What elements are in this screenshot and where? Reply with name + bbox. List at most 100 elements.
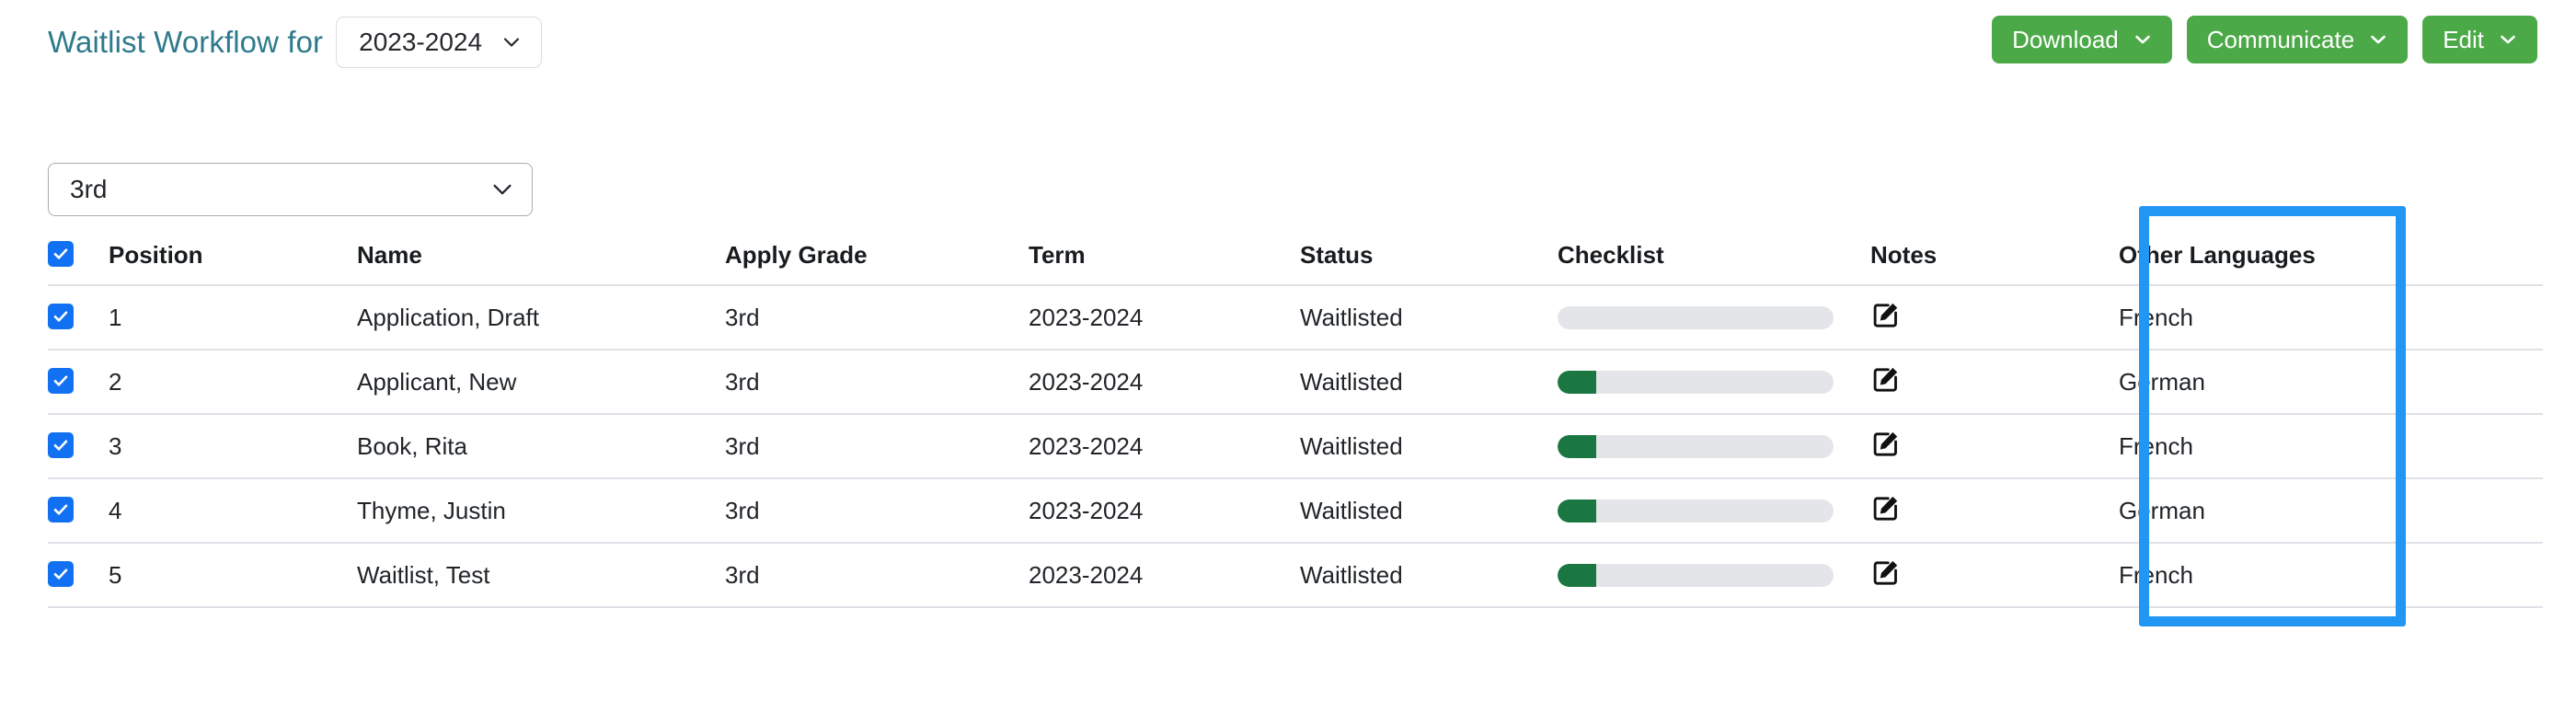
cell-checklist xyxy=(1558,478,1870,543)
edit-note-icon[interactable] xyxy=(1870,492,1902,523)
cell-apply-grade: 3rd xyxy=(725,414,1029,478)
cell-apply-grade: 3rd xyxy=(725,350,1029,414)
cell-name[interactable]: Thyme, Justin xyxy=(357,478,725,543)
waitlist-table: Position Name Apply Grade Term Status Ch… xyxy=(48,225,2543,608)
table-row[interactable]: 5 Waitlist, Test 3rd 2023-2024 Waitliste… xyxy=(48,543,2543,607)
cell-status: Waitlisted xyxy=(1300,543,1558,607)
cell-term: 2023-2024 xyxy=(1029,285,1300,350)
cell-notes xyxy=(1870,350,2119,414)
cell-position: 2 xyxy=(109,350,357,414)
table-row[interactable]: 4 Thyme, Justin 3rd 2023-2024 Waitlisted xyxy=(48,478,2543,543)
table-row[interactable]: 1 Application, Draft 3rd 2023-2024 Waitl… xyxy=(48,285,2543,350)
chevron-down-icon xyxy=(502,33,521,52)
column-header-name[interactable]: Name xyxy=(357,225,725,285)
title-group: Waitlist Workflow for 2023-2024 xyxy=(48,17,542,68)
row-checkbox[interactable] xyxy=(48,368,74,394)
column-header-spacer xyxy=(2386,225,2543,285)
cell-name[interactable]: Book, Rita xyxy=(357,414,725,478)
cell-checklist xyxy=(1558,285,1870,350)
school-year-value: 2023-2024 xyxy=(359,28,482,57)
column-header-apply-grade[interactable]: Apply Grade xyxy=(725,225,1029,285)
cell-apply-grade: 3rd xyxy=(725,543,1029,607)
cell-notes xyxy=(1870,478,2119,543)
download-button[interactable]: Download xyxy=(1992,16,2172,63)
table-row[interactable]: 3 Book, Rita 3rd 2023-2024 Waitlisted xyxy=(48,414,2543,478)
column-header-term[interactable]: Term xyxy=(1029,225,1300,285)
cell-status: Waitlisted xyxy=(1300,350,1558,414)
school-year-select[interactable]: 2023-2024 xyxy=(336,17,542,68)
column-header-other-languages[interactable]: Other Languages xyxy=(2119,225,2386,285)
table-row[interactable]: 2 Applicant, New 3rd 2023-2024 Waitliste… xyxy=(48,350,2543,414)
edit-note-icon[interactable] xyxy=(1870,557,1902,588)
cell-term: 2023-2024 xyxy=(1029,543,1300,607)
cell-other-languages: German xyxy=(2119,350,2386,414)
cell-spacer xyxy=(2386,543,2543,607)
table-body: 1 Application, Draft 3rd 2023-2024 Waitl… xyxy=(48,285,2543,607)
cell-name[interactable]: Applicant, New xyxy=(357,350,725,414)
column-header-status[interactable]: Status xyxy=(1300,225,1558,285)
checklist-progress-bar xyxy=(1558,371,1834,394)
edit-button[interactable]: Edit xyxy=(2422,16,2537,63)
row-select-cell xyxy=(48,350,109,414)
page-title: Waitlist Workflow for xyxy=(48,25,323,60)
cell-name[interactable]: Application, Draft xyxy=(357,285,725,350)
chevron-down-icon xyxy=(2369,30,2387,49)
cell-checklist xyxy=(1558,350,1870,414)
cell-spacer xyxy=(2386,478,2543,543)
checklist-progress-bar xyxy=(1558,500,1834,523)
edit-note-icon[interactable] xyxy=(1870,299,1902,330)
cell-status: Waitlisted xyxy=(1300,478,1558,543)
download-button-label: Download xyxy=(2012,28,2119,52)
header-actions: Download Communicate Edit xyxy=(1992,16,2537,63)
grade-filter-select[interactable]: 3rd xyxy=(48,163,533,216)
chevron-down-icon xyxy=(2499,30,2517,49)
edit-note-icon[interactable] xyxy=(1870,428,1902,459)
cell-status: Waitlisted xyxy=(1300,285,1558,350)
cell-checklist xyxy=(1558,543,1870,607)
row-select-cell xyxy=(48,478,109,543)
checklist-progress-fill xyxy=(1558,371,1596,394)
edit-note-icon[interactable] xyxy=(1870,363,1902,395)
grade-filter-value: 3rd xyxy=(70,175,107,204)
row-select-cell xyxy=(48,543,109,607)
cell-other-languages: French xyxy=(2119,414,2386,478)
checklist-progress-fill xyxy=(1558,435,1596,458)
page-header: Waitlist Workflow for 2023-2024 Download… xyxy=(0,0,2576,92)
row-checkbox[interactable] xyxy=(48,432,74,458)
cell-position: 5 xyxy=(109,543,357,607)
cell-other-languages: German xyxy=(2119,478,2386,543)
cell-term: 2023-2024 xyxy=(1029,350,1300,414)
checklist-progress-bar xyxy=(1558,435,1834,458)
waitlist-table-wrapper: Position Name Apply Grade Term Status Ch… xyxy=(48,225,2543,608)
cell-notes xyxy=(1870,414,2119,478)
communicate-button-label: Communicate xyxy=(2207,28,2354,52)
column-header-notes[interactable]: Notes xyxy=(1870,225,2119,285)
column-header-checklist[interactable]: Checklist xyxy=(1558,225,1870,285)
cell-notes xyxy=(1870,285,2119,350)
cell-spacer xyxy=(2386,350,2543,414)
row-checkbox[interactable] xyxy=(48,497,74,523)
checklist-progress-bar xyxy=(1558,564,1834,587)
communicate-button[interactable]: Communicate xyxy=(2187,16,2408,63)
cell-name[interactable]: Waitlist, Test xyxy=(357,543,725,607)
chevron-down-icon xyxy=(2133,30,2152,49)
cell-other-languages: French xyxy=(2119,285,2386,350)
cell-status: Waitlisted xyxy=(1300,414,1558,478)
checklist-progress-fill xyxy=(1558,500,1596,523)
cell-checklist xyxy=(1558,414,1870,478)
table-header-row: Position Name Apply Grade Term Status Ch… xyxy=(48,225,2543,285)
select-all-header xyxy=(48,225,109,285)
row-checkbox[interactable] xyxy=(48,304,74,329)
chevron-down-icon xyxy=(491,178,513,201)
edit-button-label: Edit xyxy=(2443,28,2484,52)
column-header-position[interactable]: Position xyxy=(109,225,357,285)
checklist-progress-bar xyxy=(1558,306,1834,329)
cell-position: 3 xyxy=(109,414,357,478)
cell-other-languages: French xyxy=(2119,543,2386,607)
cell-position: 4 xyxy=(109,478,357,543)
cell-apply-grade: 3rd xyxy=(725,478,1029,543)
checklist-progress-fill xyxy=(1558,564,1596,587)
select-all-checkbox[interactable] xyxy=(48,241,74,267)
row-select-cell xyxy=(48,285,109,350)
row-checkbox[interactable] xyxy=(48,561,74,587)
